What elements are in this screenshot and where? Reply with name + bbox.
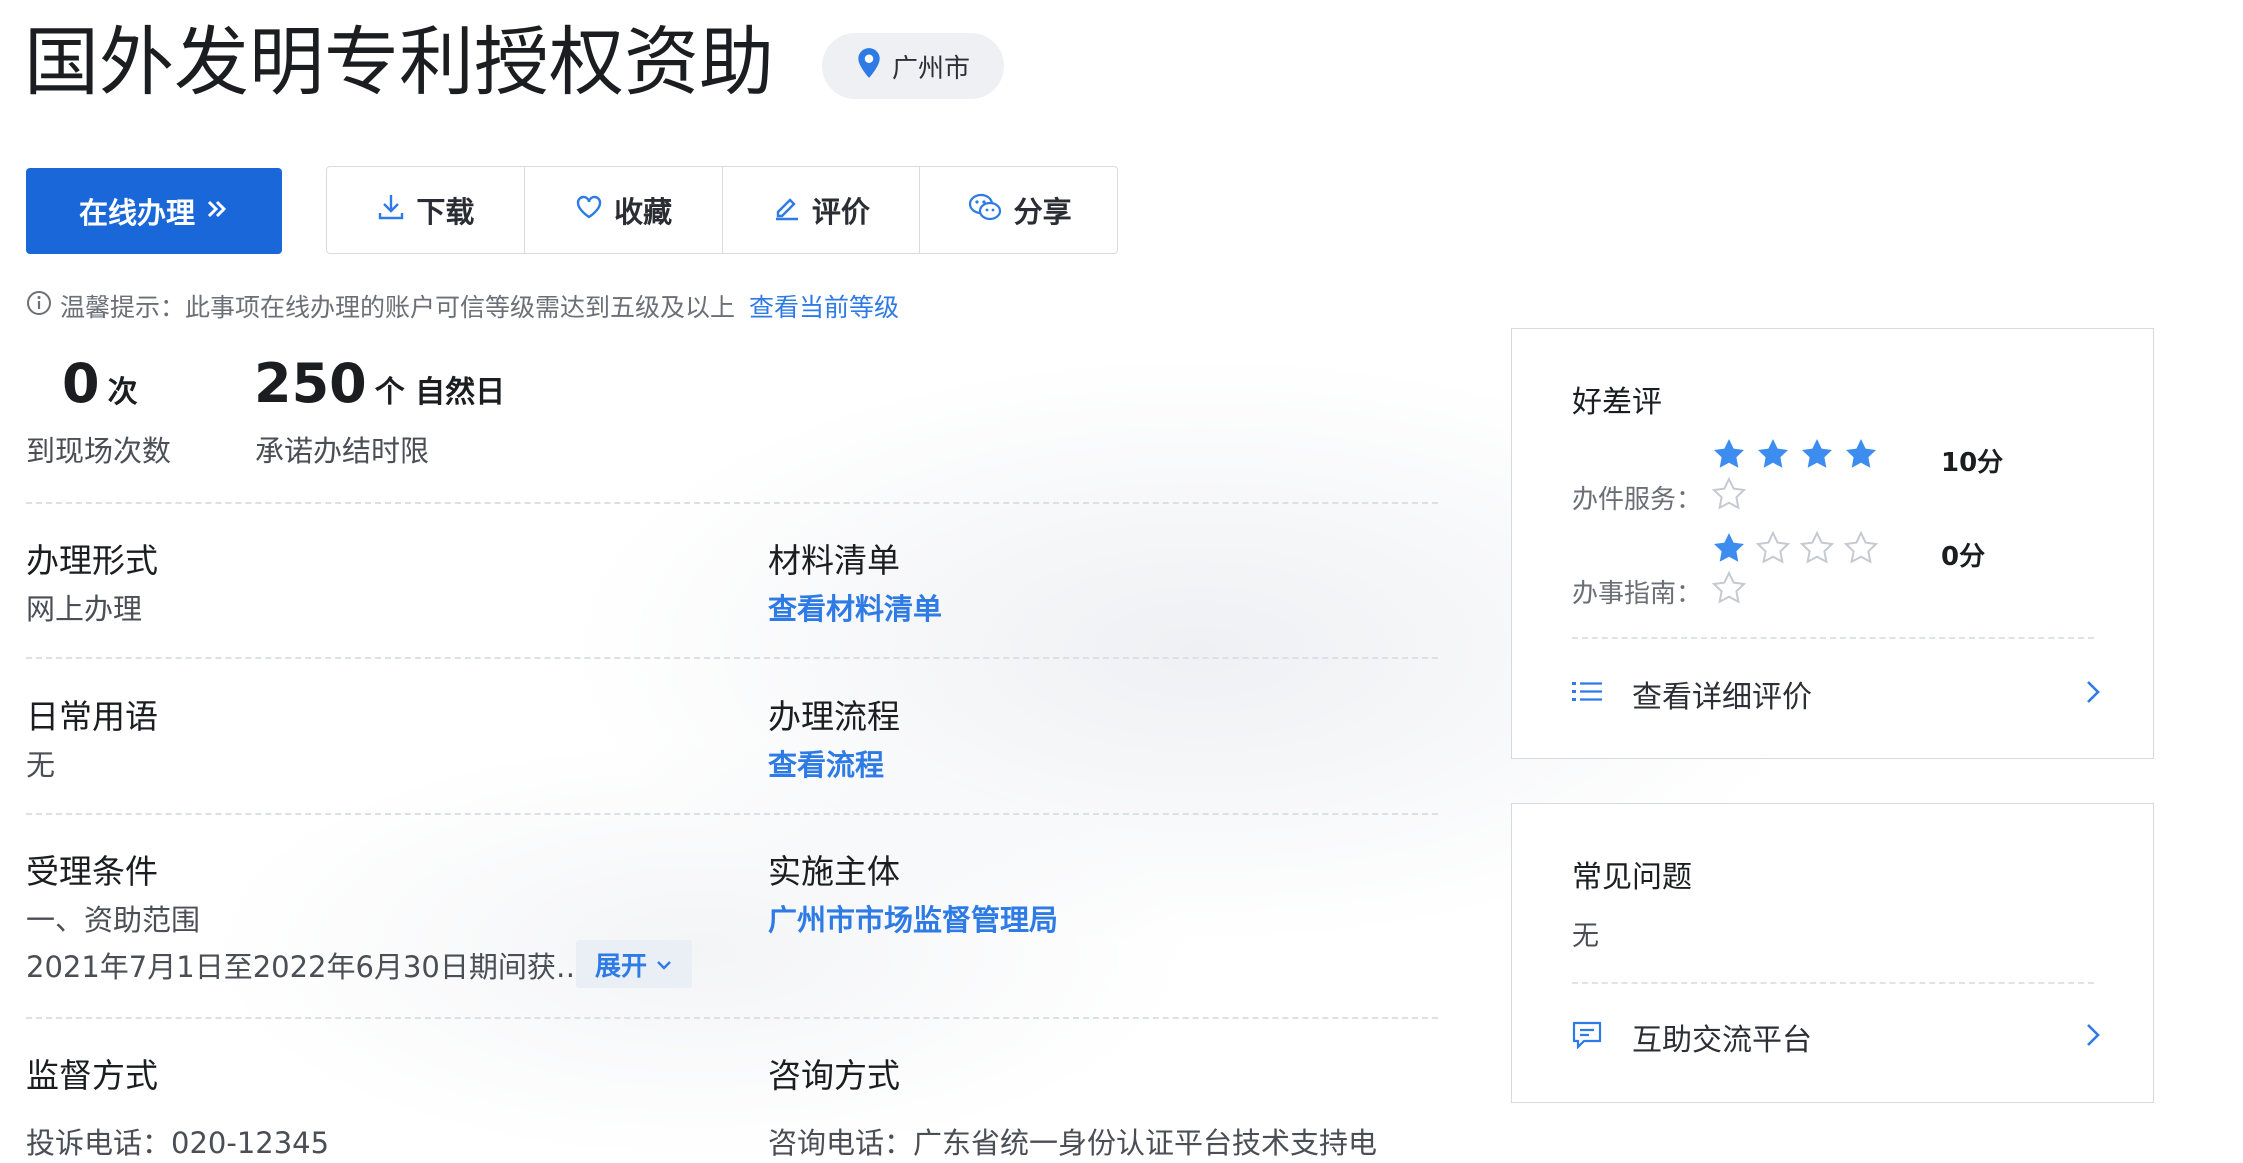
expand-label: 展开 <box>594 951 647 982</box>
star-icon <box>1712 437 1746 475</box>
share-button[interactable]: 分享 <box>920 167 1117 253</box>
rating-card: 好差评 10分 办件服务： 0分 办事指南： 查看详细评价 <box>1511 328 2154 759</box>
terms-value: 无 <box>26 748 56 782</box>
favorite-button[interactable]: 收藏 <box>525 167 723 253</box>
info-icon <box>26 290 52 322</box>
community-platform-label: 互助交流平台 <box>1632 1023 1812 1058</box>
rating-card-title: 好差评 <box>1572 385 1662 420</box>
stat-unit: 个 自然日 <box>374 375 506 410</box>
chevron-right-icon <box>2084 1021 2102 1053</box>
community-platform-link[interactable]: 互助交流平台 <box>1572 1012 2102 1062</box>
materials-title: 材料清单 <box>768 541 900 580</box>
stat-unit: 次 <box>107 375 138 410</box>
star-icon <box>1800 437 1834 475</box>
share-label: 分享 <box>1013 195 1072 229</box>
faq-value: 无 <box>1572 921 1599 952</box>
download-icon <box>376 192 406 229</box>
review-label: 评价 <box>811 195 870 229</box>
stat-deadline: 250 个 自然日 <box>254 352 505 415</box>
faq-card-title: 常见问题 <box>1572 860 1692 895</box>
guide-label: 办事指南： <box>1572 579 1703 609</box>
chevron-down-icon <box>655 949 673 979</box>
stat-value: 250 <box>254 352 367 415</box>
location-pin-icon <box>856 47 882 86</box>
consult-title: 咨询方式 <box>768 1056 900 1095</box>
faq-card: 常见问题 无 互助交流平台 <box>1511 803 2154 1103</box>
divider <box>26 813 1438 815</box>
stat-visits: 0次 <box>62 352 138 415</box>
form-value: 网上办理 <box>26 592 143 626</box>
online-apply-label: 在线办理 <box>78 196 195 230</box>
agency-link[interactable]: 广州市市场监督管理局 <box>768 897 1058 939</box>
location-label: 广州市 <box>891 53 970 84</box>
conditions-line1: 一、资助范围 <box>26 903 201 937</box>
star-icon <box>1711 570 1747 609</box>
supervision-title: 监督方式 <box>26 1056 158 1095</box>
download-label: 下载 <box>416 195 475 229</box>
online-apply-button[interactable]: 在线办理 <box>26 168 282 254</box>
divider <box>26 502 1438 504</box>
stat-value: 0 <box>62 352 100 415</box>
service-score: 10分 <box>1941 448 2004 478</box>
star-icon <box>1799 530 1835 569</box>
star-icon <box>1756 437 1790 475</box>
divider <box>1572 982 2094 984</box>
star-icon <box>1844 437 1878 475</box>
divider <box>1572 637 2094 639</box>
form-title: 办理形式 <box>26 541 158 580</box>
double-chevron-right-icon <box>205 194 229 228</box>
view-detail-reviews-label: 查看详细评价 <box>1632 680 1812 715</box>
wechat-icon <box>966 192 1004 229</box>
star-icon <box>1755 530 1791 569</box>
view-level-link[interactable]: 查看当前等级 <box>749 288 899 324</box>
consult-value: 咨询电话：广东省统一身份认证平台技术支持电 <box>768 1126 1378 1160</box>
stat-label: 到现场次数 <box>26 434 172 468</box>
view-detail-reviews-link[interactable]: 查看详细评价 <box>1572 669 2102 719</box>
conditions-line2: 2021年7月1日至2022年6月30日期间获… <box>26 950 585 984</box>
terms-title: 日常用语 <box>26 697 158 736</box>
guide-score: 0分 <box>1941 542 1986 572</box>
page-title: 国外发明专利授权资助 <box>24 18 775 106</box>
expand-button[interactable]: 展开 <box>576 940 692 988</box>
chevron-right-icon <box>2084 678 2102 710</box>
divider <box>26 1017 1438 1019</box>
view-materials-link[interactable]: 查看材料清单 <box>768 586 942 628</box>
view-process-link[interactable]: 查看流程 <box>768 742 884 784</box>
conditions-title: 受理条件 <box>26 852 158 891</box>
download-button[interactable]: 下载 <box>327 167 525 253</box>
star-icon <box>1711 476 1747 515</box>
process-title: 办理流程 <box>768 697 900 736</box>
tip-text: 温馨提示：此事项在线办理的账户可信等级需达到五级及以上 <box>60 293 736 322</box>
service-label: 办件服务： <box>1572 485 1703 515</box>
location-badge[interactable]: 广州市 <box>822 33 1004 99</box>
list-icon <box>1572 679 1602 709</box>
agency-title: 实施主体 <box>768 852 900 891</box>
supervision-value: 投诉电话：020-12345 <box>26 1126 330 1160</box>
review-button[interactable]: 评价 <box>723 167 921 253</box>
edit-icon <box>772 192 802 229</box>
star-icon <box>1712 531 1746 569</box>
action-button-group: 下载 收藏 评价 分享 <box>326 166 1118 254</box>
stat-label: 承诺办结时限 <box>255 434 430 468</box>
comment-icon <box>1572 1021 1602 1053</box>
heart-icon <box>574 192 604 229</box>
tip-line: 温馨提示：此事项在线办理的账户可信等级需达到五级及以上 查看当前等级 <box>26 288 899 324</box>
divider <box>26 657 1438 659</box>
star-icon <box>1843 530 1879 569</box>
favorite-label: 收藏 <box>614 195 673 229</box>
